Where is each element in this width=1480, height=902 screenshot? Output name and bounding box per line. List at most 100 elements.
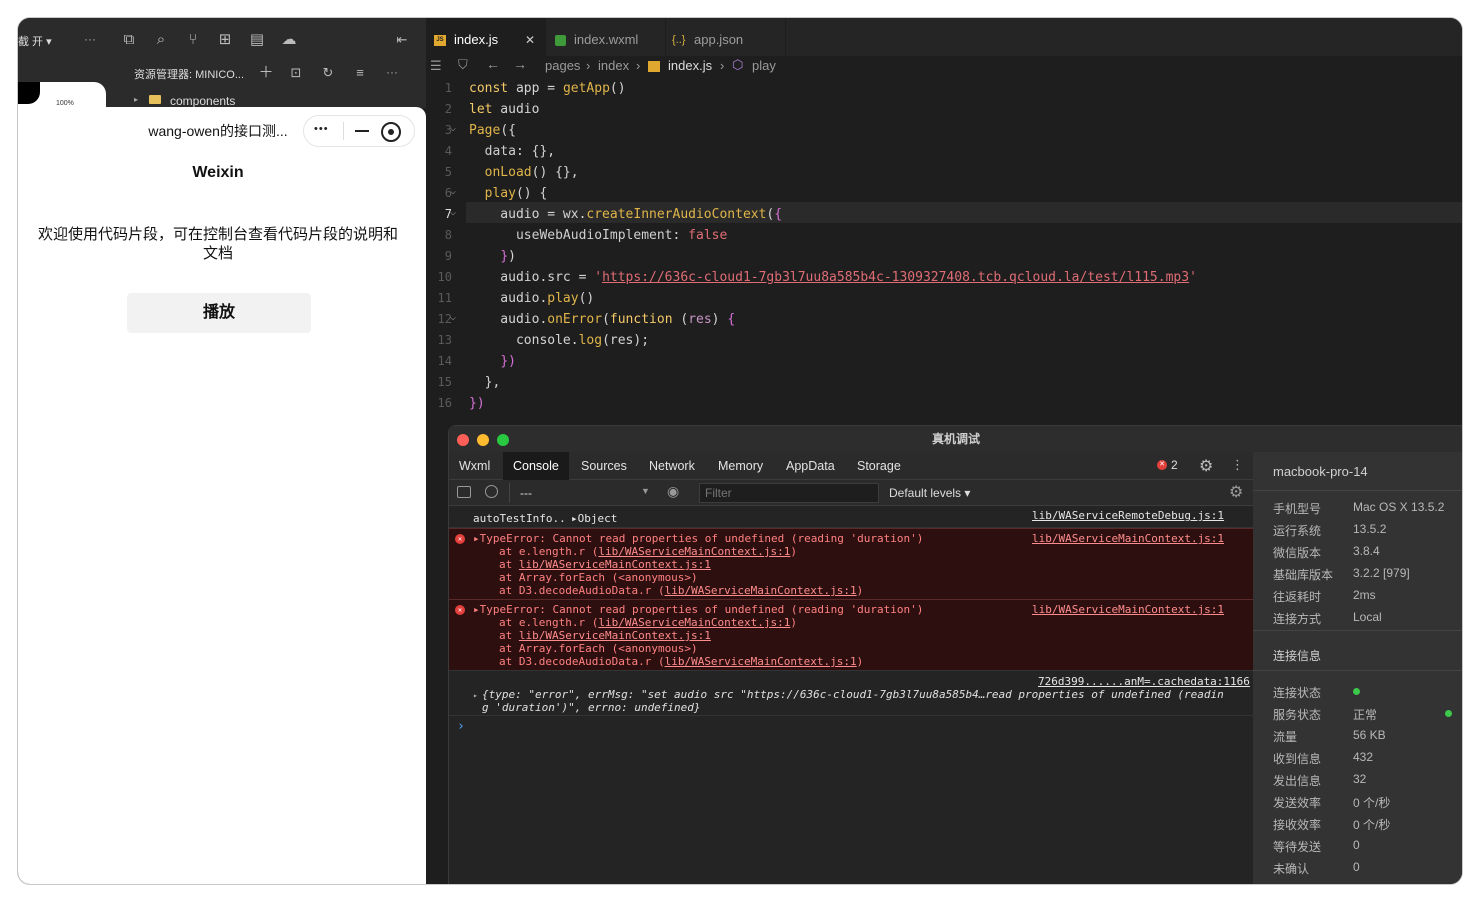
extensions-icon[interactable]: ⊞ bbox=[215, 30, 235, 50]
explorer-more-icon[interactable]: ··· bbox=[386, 65, 398, 79]
branch-icon[interactable]: ⑂ bbox=[183, 30, 203, 50]
breadcrumb-index[interactable]: index bbox=[598, 58, 629, 73]
stack-link[interactable]: lib/WAServiceMainContext.js:1 bbox=[598, 616, 790, 629]
wxml-file-icon bbox=[555, 35, 566, 46]
info-key: 手机型号 bbox=[1273, 502, 1322, 516]
breadcrumb-file[interactable]: index.js bbox=[668, 58, 712, 73]
line-number: 6 bbox=[444, 186, 452, 200]
save-icon[interactable]: ▤ bbox=[247, 30, 267, 50]
error-message[interactable]: ▸TypeError: Cannot read properties of un… bbox=[473, 603, 923, 616]
clear-console-icon[interactable] bbox=[485, 485, 498, 498]
stack-link[interactable]: lib/WAServiceMainContext.js:1 bbox=[519, 629, 711, 642]
breadcrumb-separator: › bbox=[636, 58, 641, 73]
connection-status-dot bbox=[1353, 688, 1360, 695]
source-link[interactable]: lib/WAServiceMainContext.js:1 bbox=[1032, 603, 1224, 616]
stack-link[interactable]: lib/WAServiceMainContext.js:1 bbox=[665, 584, 857, 597]
close-window-icon[interactable] bbox=[457, 434, 469, 446]
tab-memory[interactable]: Memory bbox=[708, 452, 773, 480]
object-toggle[interactable]: ▸Object bbox=[571, 512, 617, 525]
play-button[interactable]: 播放 bbox=[127, 293, 311, 333]
stat-key: 收到信息 bbox=[1273, 752, 1322, 766]
stack-link[interactable]: lib/WAServiceMainContext.js:1 bbox=[665, 655, 857, 668]
error-count[interactable]: 2 bbox=[1171, 458, 1178, 472]
tab-label: index.js bbox=[454, 32, 499, 47]
log-levels-dropdown[interactable]: Default levels ▾ bbox=[889, 486, 970, 500]
collapse-panel-icon[interactable]: ⇤ bbox=[392, 30, 412, 50]
tab-wxml[interactable]: Wxml bbox=[449, 452, 500, 480]
source-link[interactable]: lib/WAServiceMainContext.js:1 bbox=[1032, 532, 1224, 545]
tab-app-json[interactable]: {..} app.json bbox=[666, 18, 786, 56]
fold-icon[interactable]: ⌵ bbox=[450, 123, 456, 134]
expand-icon[interactable]: ▸ bbox=[473, 691, 478, 700]
js-file-icon: JS bbox=[434, 35, 446, 46]
error-message[interactable]: ▸TypeError: Cannot read properties of un… bbox=[473, 532, 923, 545]
tab-sources[interactable]: Sources bbox=[571, 452, 637, 480]
source-link[interactable]: 726d399......anM=.cachedata:1166 bbox=[1038, 675, 1250, 688]
tab-appdata[interactable]: AppData bbox=[776, 452, 845, 480]
source-link[interactable]: lib/WAServiceRemoteDebug.js:1 bbox=[1032, 509, 1224, 522]
fold-icon[interactable]: ⌵ bbox=[450, 312, 456, 323]
copy-icon[interactable]: ⧉ bbox=[119, 30, 139, 50]
tree-item-components[interactable]: components bbox=[170, 94, 235, 108]
breadcrumb-symbol[interactable]: play bbox=[752, 58, 776, 73]
context-selector[interactable]: --- bbox=[520, 486, 532, 500]
stack-link[interactable]: lib/WAServiceMainContext.js:1 bbox=[519, 558, 711, 571]
battery-level: 100% bbox=[56, 100, 74, 107]
line-number: 13 bbox=[437, 333, 452, 347]
new-folder-icon[interactable]: ⊡ bbox=[286, 63, 306, 83]
explorer-title: 资源管理器: MINICO... bbox=[134, 69, 244, 81]
frame-text: at bbox=[499, 629, 519, 642]
refresh-icon[interactable]: ↻ bbox=[318, 63, 338, 83]
line-number: 10 bbox=[437, 270, 452, 284]
info-key: 连接方式 bbox=[1273, 612, 1322, 626]
capsule-more-icon[interactable]: ••• bbox=[314, 123, 329, 135]
info-key: 基础库版本 bbox=[1273, 568, 1334, 582]
maximize-window-icon[interactable] bbox=[497, 434, 509, 446]
tab-console[interactable]: Console bbox=[503, 452, 569, 480]
back-icon[interactable]: ← bbox=[486, 56, 500, 72]
code-line: audio.play() bbox=[469, 291, 595, 306]
tab-index-js[interactable]: JS index.js ✕ bbox=[426, 18, 546, 56]
tab-storage[interactable]: Storage bbox=[847, 452, 911, 480]
sidebar-toggle-icon[interactable] bbox=[457, 486, 471, 498]
code-line: audio.src = 'https://636c-cloud1-7gb3l7u… bbox=[469, 270, 1197, 285]
stat-value: 0 个/秒 bbox=[1353, 818, 1391, 832]
forward-icon[interactable]: → bbox=[513, 56, 527, 72]
chevron-right-icon[interactable]: ▸ bbox=[134, 95, 138, 104]
device-notch bbox=[18, 82, 40, 104]
fold-icon[interactable]: ⌵ bbox=[450, 207, 456, 218]
error-icon: ✕ bbox=[455, 605, 465, 615]
tab-network[interactable]: Network bbox=[639, 452, 705, 480]
console-prompt[interactable]: › bbox=[457, 719, 465, 734]
console-settings-icon[interactable]: ⚙ bbox=[1229, 482, 1243, 502]
stack-frame: at D3.decodeAudioData.r (lib/WAServiceMa… bbox=[499, 584, 863, 597]
close-mini-program-icon[interactable] bbox=[381, 122, 401, 142]
stack-frame: at e.length.r (lib/WAServiceMainContext.… bbox=[499, 616, 797, 629]
collapse-all-icon[interactable]: ≡ bbox=[350, 63, 370, 83]
chevron-down-icon[interactable]: ▼ bbox=[641, 486, 650, 496]
code-line: }) bbox=[469, 396, 485, 411]
code-editor[interactable]: 1 2 3 4 5 6 7 8 9 10 11 12 13 14 15 16 ⌵… bbox=[426, 78, 1462, 428]
compile-mode-dropdown[interactable]: 截 开 ▾ bbox=[18, 33, 52, 49]
eye-icon[interactable]: ◉ bbox=[667, 483, 679, 500]
console-toolbar: --- ▼ ◉ Default levels ▾ ⚙ bbox=[449, 480, 1253, 506]
outline-icon[interactable]: ☰ bbox=[430, 58, 442, 74]
stack-link[interactable]: lib/WAServiceMainContext.js:1 bbox=[598, 545, 790, 558]
new-file-icon[interactable]: ＋ bbox=[256, 63, 276, 83]
breadcrumb-separator: › bbox=[720, 58, 725, 73]
filter-input[interactable] bbox=[699, 483, 879, 503]
search-icon[interactable]: ⌕ bbox=[151, 30, 171, 50]
settings-icon[interactable]: ⚙ bbox=[1199, 456, 1213, 476]
bookmark-icon[interactable]: ⛉ bbox=[458, 57, 468, 73]
cloud-icon[interactable]: ☁ bbox=[279, 30, 299, 50]
code-line: data: {}, bbox=[484, 144, 556, 159]
breadcrumb-pages[interactable]: pages bbox=[545, 58, 580, 73]
minimize-window-icon[interactable] bbox=[477, 434, 489, 446]
log-object[interactable]: {type: "error", errMsg: "set audio src "… bbox=[482, 688, 1224, 701]
tab-index-wxml[interactable]: index.wxml bbox=[546, 18, 666, 56]
more-vert-icon[interactable]: ⋮ bbox=[1231, 457, 1244, 473]
fold-icon[interactable]: ⌵ bbox=[450, 186, 456, 197]
minimize-icon[interactable] bbox=[355, 130, 369, 132]
console-output: autoTestInfo.. ▸Object lib/WAServiceRemo… bbox=[449, 506, 1253, 884]
more-icon[interactable]: ··· bbox=[84, 32, 96, 46]
